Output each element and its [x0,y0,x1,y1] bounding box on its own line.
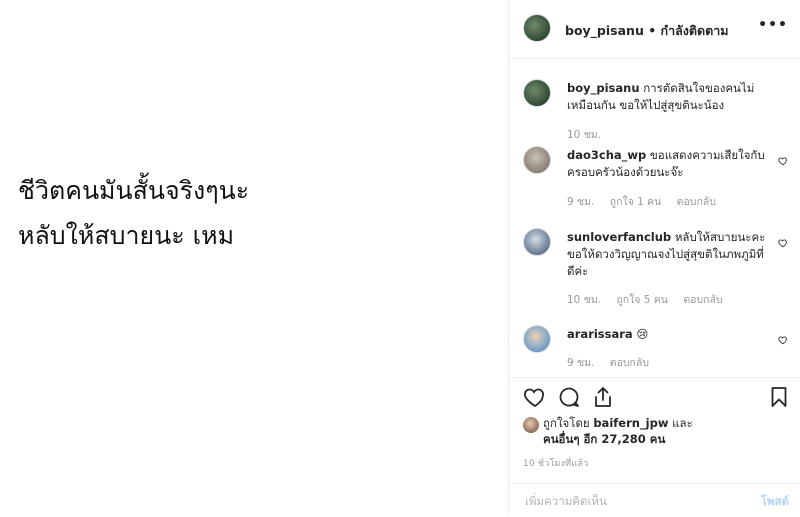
avatar[interactable] [523,417,539,433]
post-image-text: ชีวิตคนมันสั้นจริงๆนะ หลับให้สบายนะ เหม [18,176,250,250]
comment-meta: 9 ชม. ตอบกลับ [567,354,661,371]
comment-body: dao3cha_wp ขอแสดงความเสียใจกับครอบครัวน้… [567,147,767,181]
post-sidebar: boy_pisanu • กำลังติดตาม ••• boy_pisanu … [508,0,800,516]
comment-time[interactable]: 10 ชม. [567,294,601,306]
add-comment-bar: โพสต์ [509,483,800,517]
comment-username[interactable]: dao3cha_wp [567,148,646,162]
comments-list[interactable]: boy_pisanu การตัดสินใจของคนไม่เหมือนกัน … [509,59,800,377]
likes-connector: และ [672,416,693,430]
comment-username[interactable]: boy_pisanu [567,81,640,95]
comment-meta: 10 ชม. ถูกใจ 5 คน ตอบกลับ [567,291,735,308]
comment-time[interactable]: 9 ชม. [567,196,594,208]
likes-text: ถูกใจโดย baifern_jpw และ คนอื่นๆ อีก 27,… [543,415,783,447]
action-bar [523,385,791,411]
comment-time[interactable]: 9 ชม. [567,357,594,369]
likes-prefix: ถูกใจโดย [543,416,590,430]
avatar[interactable] [523,14,551,42]
comment-likes[interactable]: ถูกใจ 5 คน [616,294,668,306]
comment-body: sunloverfanclub หลับให้สบายนะคะ ขอให้ดวง… [567,229,767,280]
likes-others-link[interactable]: คนอื่นๆ อีก 27,280 คน [543,432,665,446]
comment-body: boy_pisanu การตัดสินใจของคนไม่เหมือนกัน … [567,80,767,114]
comment-icon[interactable] [557,385,581,409]
like-comment-heart-icon[interactable] [778,238,788,248]
share-icon[interactable] [591,385,615,409]
comment-body: ararissara 😢 [567,326,767,343]
liker-username[interactable]: baifern_jpw [593,416,668,430]
post-timestamp[interactable]: 10 ชั่วโมงที่แล้ว [523,456,588,470]
comment-likes[interactable]: ถูกใจ 1 คน [610,196,662,208]
reply-button[interactable]: ตอบกลับ [677,196,716,208]
avatar[interactable] [523,228,551,256]
comment-meta: 10 ชม. [567,126,613,143]
post-comment-button[interactable]: โพสต์ [761,493,789,511]
comment-input[interactable] [523,493,727,509]
reply-button[interactable]: ตอบกลับ [683,294,722,306]
post-header: boy_pisanu • กำลังติดตาม ••• [509,0,800,59]
post-image[interactable]: ชีวิตคนมันสั้นจริงๆนะ หลับให้สบายนะ เหม [0,0,508,516]
comment-username[interactable]: sunloverfanclub [567,230,671,244]
comment-time[interactable]: 10 ชม. [567,129,601,141]
avatar[interactable] [523,79,551,107]
avatar[interactable] [523,325,551,353]
avatar[interactable] [523,146,551,174]
more-options-icon[interactable]: ••• [758,17,788,33]
header-user: boy_pisanu • กำลังติดตาม [565,21,729,41]
reply-button[interactable]: ตอบกลับ [610,357,649,369]
header-separator: • [643,23,661,38]
like-comment-heart-icon[interactable] [778,156,788,166]
like-comment-heart-icon[interactable] [778,335,788,345]
comment-meta: 9 ชม. ถูกใจ 1 คน ตอบกลับ [567,193,728,210]
bookmark-icon[interactable] [767,385,791,409]
following-button[interactable]: กำลังติดตาม [661,23,729,38]
heart-icon[interactable] [523,385,547,409]
comment-text: 😢 [636,327,649,341]
divider [509,377,800,378]
header-username[interactable]: boy_pisanu [565,23,644,38]
comment-username[interactable]: ararissara [567,327,633,341]
